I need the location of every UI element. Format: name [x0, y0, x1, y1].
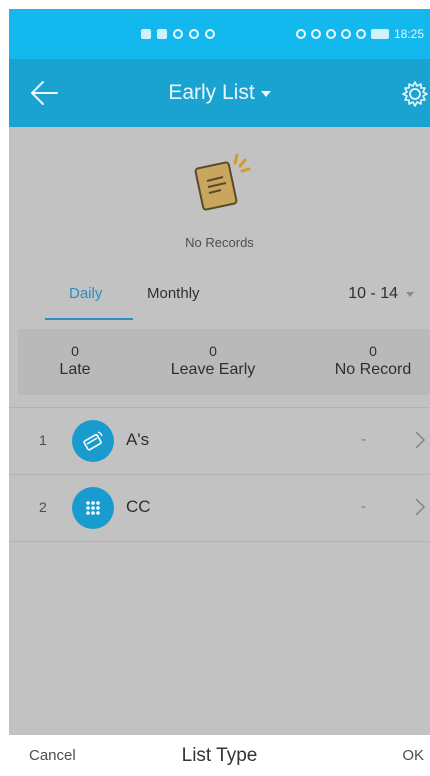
list-item[interactable]: 2 CC -: [9, 475, 430, 541]
stat-late-label: Late: [59, 361, 91, 378]
date-range-label: 10 - 14: [348, 285, 398, 302]
period-tabs: Daily Monthly 10 - 14: [9, 277, 430, 321]
picker-toolbar: Cancel List Type OK: [9, 735, 430, 776]
empty-state-text: No Records: [185, 235, 254, 250]
keypad-icon: [72, 487, 114, 529]
stat-leave-early-label: Leave Early: [170, 361, 256, 378]
tab-daily[interactable]: Daily: [69, 285, 102, 302]
notification-icon: [141, 29, 151, 39]
eye-icon: [310, 29, 321, 39]
list-title-dropdown[interactable]: Early List: [168, 81, 271, 105]
stat-no-record-value: 0: [369, 343, 377, 359]
date-range-selector[interactable]: 10 - 14: [348, 285, 414, 303]
status-right-icons: 18:25: [295, 27, 424, 41]
ok-button[interactable]: OK: [402, 747, 424, 764]
picker-title: List Type: [181, 744, 258, 766]
status-bar: 18:25: [9, 9, 430, 59]
app-icon-2: [205, 29, 215, 39]
alarm-icon: [325, 29, 336, 39]
caret-down-icon: [406, 291, 414, 297]
stat-no-record-label: No Record: [334, 361, 412, 378]
page-title: Early List: [168, 81, 255, 104]
main-content: No Records Daily Monthly 10 - 14 0 Late …: [9, 127, 430, 735]
stat-leave-early[interactable]: 0 Leave Early: [158, 343, 268, 379]
caret-down-icon: [260, 91, 271, 97]
headset-icon: [295, 29, 306, 39]
row-name: A's: [126, 430, 150, 449]
app-header: Early List: [9, 59, 430, 127]
row-index: 2: [39, 499, 47, 515]
stat-late-value: 0: [71, 343, 79, 359]
tab-monthly[interactable]: Monthly: [147, 285, 200, 302]
row-value: -: [361, 498, 366, 515]
stat-late[interactable]: 0 Late: [40, 343, 110, 379]
mute-icon: [355, 29, 366, 39]
card-swipe-icon: [72, 420, 114, 462]
chevron-right-icon: [415, 431, 426, 449]
bluetooth-icon: [340, 29, 351, 39]
active-tab-indicator: [45, 318, 133, 320]
divider: [9, 541, 430, 542]
wifi-icon: [173, 29, 183, 39]
stat-leave-early-value: 0: [209, 343, 217, 359]
back-arrow-icon[interactable]: [29, 79, 59, 107]
app-icon: [189, 29, 199, 39]
chevron-right-icon: [415, 498, 426, 516]
status-time: 18:25: [393, 27, 424, 41]
document-icon: [194, 153, 251, 211]
signal-icon: [157, 29, 167, 39]
row-name: CC: [126, 497, 151, 516]
status-left-icons: [141, 29, 215, 39]
stats-panel: 0 Late 0 Leave Early 0 No Record: [18, 329, 430, 395]
stat-no-record[interactable]: 0 No Record: [318, 343, 428, 379]
list-item[interactable]: 1 A's -: [9, 408, 430, 474]
gear-icon[interactable]: [400, 79, 430, 109]
row-index: 1: [39, 432, 47, 448]
row-value: -: [361, 431, 366, 448]
battery-icon: [370, 29, 389, 39]
